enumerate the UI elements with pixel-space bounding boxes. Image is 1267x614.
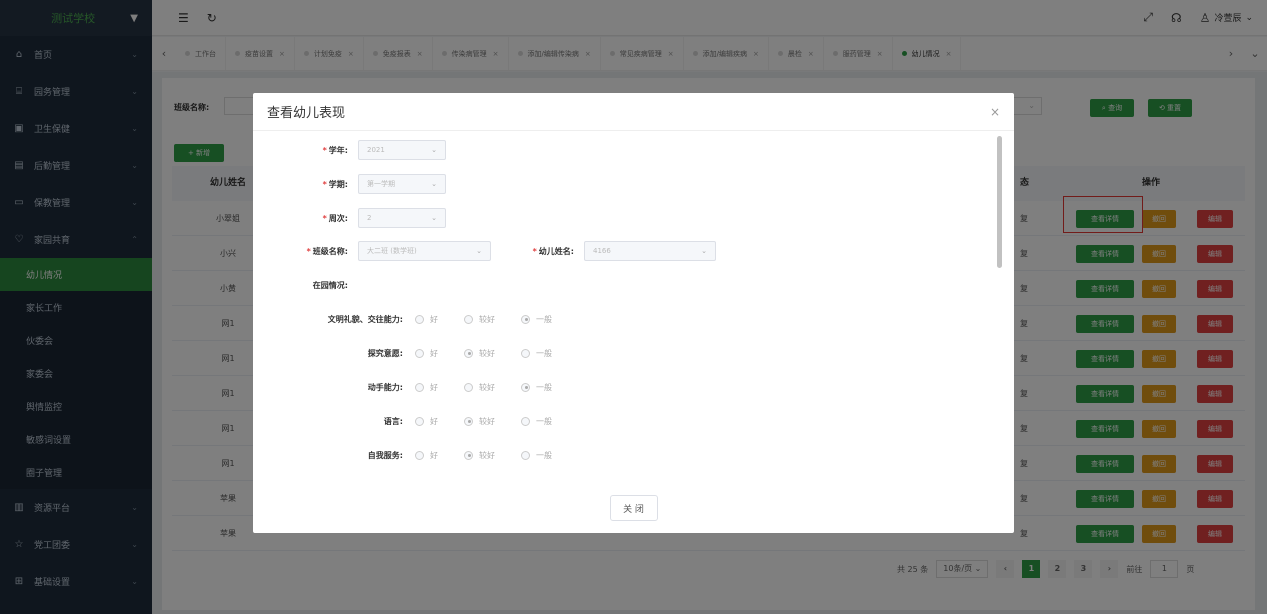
rating-radio[interactable]: 一般	[521, 416, 552, 427]
radio-circle-icon	[464, 450, 473, 460]
rating-row: 探究意愿: 好 较好 一般	[293, 343, 578, 363]
rating-radio[interactable]: 一般	[521, 382, 552, 393]
rating-option-label: 较好	[479, 314, 495, 324]
dialog-body: * 学年: 2021 ⌄ * 学期: 第一学期 ⌄ * 周次: 2 ⌄ * 班级名称: 大二班…	[253, 132, 1014, 483]
radio-circle-icon	[521, 450, 530, 460]
school-year-select[interactable]: 2021 ⌄	[358, 140, 446, 160]
rating-option-label: 较好	[479, 382, 495, 392]
radio-circle-icon	[521, 348, 530, 358]
rating-radio[interactable]: 一般	[521, 348, 552, 359]
radio-circle-icon	[415, 416, 424, 426]
close-icon[interactable]: ×	[990, 105, 1000, 119]
rating-label: 语言:	[383, 416, 403, 426]
rating-option-label: 较好	[479, 348, 495, 358]
rating-radio[interactable]: 好	[415, 314, 438, 325]
rating-radio[interactable]: 一般	[521, 450, 552, 461]
rating-row: 语言: 好 较好 一般	[293, 411, 578, 431]
rating-option-label: 一般	[536, 348, 552, 358]
rating-option-label: 一般	[536, 416, 552, 426]
rating-radio[interactable]: 较好	[464, 450, 495, 461]
rating-radio[interactable]: 好	[415, 348, 438, 359]
rating-option-label: 一般	[536, 314, 552, 324]
chevron-down-icon: ⌄	[431, 214, 437, 222]
rating-row: 自我服务: 好 较好 一般	[293, 445, 578, 465]
rating-option-label: 好	[430, 416, 438, 426]
chevron-down-icon: ⌄	[476, 247, 482, 255]
rating-option-label: 一般	[536, 450, 552, 460]
child-name-label: * 幼儿姓名:	[532, 246, 574, 256]
rating-option-label: 好	[430, 314, 438, 324]
radio-circle-icon	[415, 348, 424, 358]
semester-select[interactable]: 第一学期 ⌄	[358, 174, 446, 194]
radio-circle-icon	[415, 450, 424, 460]
radio-circle-icon	[464, 416, 473, 426]
rating-radio[interactable]: 较好	[464, 382, 495, 393]
rating-radio[interactable]: 较好	[464, 348, 495, 359]
radio-circle-icon	[415, 314, 424, 324]
dialog-footer: 关 闭	[253, 495, 1014, 521]
class-name-select[interactable]: 大二班 (数学班) ⌄	[358, 241, 491, 261]
rating-radio[interactable]: 一般	[521, 314, 552, 325]
rating-radio[interactable]: 较好	[464, 314, 495, 325]
rating-label: 自我服务:	[367, 450, 403, 460]
week-label: * 周次:	[322, 213, 348, 223]
rating-label: 文明礼貌、交往能力:	[327, 314, 403, 324]
week-select[interactable]: 2 ⌄	[358, 208, 446, 228]
rating-label: 动手能力:	[367, 382, 403, 392]
rating-radio[interactable]: 好	[415, 416, 438, 427]
radio-circle-icon	[415, 382, 424, 392]
child-name-select[interactable]: 4166 ⌄	[584, 241, 716, 261]
close-button[interactable]: 关 闭	[609, 495, 658, 521]
rating-option-label: 好	[430, 348, 438, 358]
rating-option-label: 一般	[536, 382, 552, 392]
chevron-down-icon: ⌄	[431, 146, 437, 154]
dialog-title: 查看幼儿表现	[267, 106, 346, 121]
dialog-scrollbar[interactable]	[997, 136, 1002, 268]
rating-option-label: 好	[430, 450, 438, 460]
radio-circle-icon	[521, 314, 530, 324]
radio-circle-icon	[464, 314, 473, 324]
in-school-label: 在园情况:	[312, 280, 348, 290]
rating-option-label: 较好	[479, 450, 495, 460]
dialog-header: 查看幼儿表现 ×	[253, 93, 1014, 131]
radio-circle-icon	[521, 382, 530, 392]
radio-circle-icon	[464, 348, 473, 358]
semester-label: * 学期:	[322, 179, 348, 189]
rating-radio[interactable]: 好	[415, 450, 438, 461]
school-year-label: * 学年:	[322, 145, 348, 155]
rating-option-label: 较好	[479, 416, 495, 426]
rating-option-label: 好	[430, 382, 438, 392]
rating-label: 探究意愿:	[367, 348, 403, 358]
rating-row: 动手能力: 好 较好 一般	[293, 377, 578, 397]
view-performance-dialog: 查看幼儿表现 × * 学年: 2021 ⌄ * 学期: 第一学期 ⌄ * 周次: 2 ⌄ *…	[253, 93, 1014, 533]
chevron-down-icon: ⌄	[431, 180, 437, 188]
radio-circle-icon	[521, 416, 530, 426]
chevron-down-icon: ⌄	[701, 247, 707, 255]
class-name-label: * 班级名称:	[306, 246, 348, 256]
rating-row: 文明礼貌、交往能力: 好 较好 一般	[293, 309, 578, 329]
radio-circle-icon	[464, 382, 473, 392]
rating-radio[interactable]: 较好	[464, 416, 495, 427]
rating-radio[interactable]: 好	[415, 382, 438, 393]
